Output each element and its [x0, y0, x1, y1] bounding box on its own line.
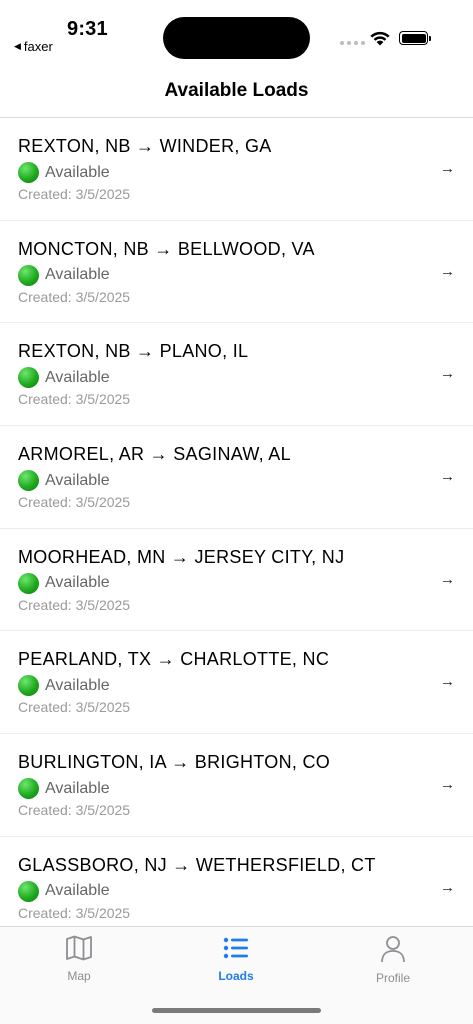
- load-status-label: Available: [45, 574, 110, 592]
- tab-profile[interactable]: Profile: [338, 935, 448, 985]
- load-route: ARMOREL, AR → SAGINAW, AL: [18, 444, 291, 465]
- back-triangle-icon: ◀: [14, 41, 21, 51]
- load-route: MONCTON, NB → BELLWOOD, VA: [18, 238, 315, 259]
- dynamic-island: [163, 17, 310, 59]
- wifi-icon: [370, 31, 390, 46]
- load-status-label: Available: [45, 882, 110, 900]
- battery-icon: [399, 31, 431, 45]
- arrow-right-icon[interactable]: →: [440, 879, 455, 896]
- load-route: BURLINGTON, IA → BRIGHTON, CO: [18, 752, 331, 773]
- green-circle-icon: [18, 264, 39, 286]
- load-route: REXTON, NB → PLANO, IL: [18, 341, 249, 362]
- load-route: GLASSBORO, NJ → WETHERSFIELD, CT: [18, 854, 376, 875]
- tab-loads[interactable]: Loads: [181, 935, 291, 983]
- green-circle-icon: [18, 470, 39, 492]
- green-circle-icon: [18, 572, 39, 594]
- tab-loads-label: Loads: [218, 969, 254, 983]
- green-circle-icon: [18, 162, 39, 183]
- load-status-label: Available: [45, 676, 110, 694]
- load-status: Available: [18, 880, 110, 902]
- arrow-right-icon[interactable]: →: [440, 468, 455, 485]
- load-created-date: Created: 3/5/2025: [18, 391, 131, 408]
- load-created-date: Created: 3/5/2025: [18, 596, 131, 613]
- load-route: REXTON, NB → WINDER, GA: [18, 136, 272, 156]
- back-to-app-link[interactable]: ◀ faxer: [14, 39, 53, 54]
- status-bar: 9:31 ◀ faxer: [0, 0, 473, 70]
- load-status: Available: [18, 470, 110, 492]
- tab-map-label: Map: [67, 969, 91, 983]
- arrow-right-icon[interactable]: →: [440, 365, 455, 382]
- load-status: Available: [18, 264, 110, 286]
- load-status-label: Available: [45, 368, 110, 386]
- load-row[interactable]: REXTON, NB → WINDER, GA Available Create…: [0, 118, 473, 221]
- green-circle-icon: [18, 367, 39, 389]
- load-row[interactable]: REXTON, NB → PLANO, IL Available Created…: [0, 323, 473, 427]
- green-circle-icon: [18, 675, 39, 697]
- green-circle-icon: [18, 778, 39, 800]
- load-created-date: Created: 3/5/2025: [18, 288, 131, 305]
- load-created-date: Created: 3/5/2025: [18, 802, 131, 819]
- list-icon: [223, 937, 248, 959]
- load-status-label: Available: [45, 266, 110, 284]
- arrow-right-icon[interactable]: →: [440, 673, 455, 690]
- load-status-label: Available: [45, 779, 110, 797]
- load-created-date: Created: 3/5/2025: [18, 186, 131, 202]
- load-status-label: Available: [45, 163, 110, 181]
- loads-list[interactable]: REXTON, NB → WINDER, GA Available Create…: [0, 118, 473, 926]
- load-status: Available: [18, 367, 110, 389]
- load-row[interactable]: PEARLAND, TX → CHARLOTTE, NC Available C…: [0, 631, 473, 735]
- tab-map[interactable]: Map: [24, 935, 134, 983]
- load-route: MOORHEAD, MN → JERSEY CITY, NJ: [18, 546, 345, 567]
- load-row[interactable]: MOORHEAD, MN → JERSEY CITY, NJ Available…: [0, 529, 473, 632]
- tab-profile-label: Profile: [375, 971, 410, 985]
- status-time: 9:31: [67, 18, 108, 40]
- load-row[interactable]: BURLINGTON, IA → BRIGHTON, CO Available …: [0, 734, 473, 837]
- arrow-right-icon[interactable]: →: [440, 263, 455, 280]
- load-status-label: Available: [45, 471, 110, 489]
- load-status: Available: [18, 572, 110, 594]
- map-icon: [66, 935, 92, 961]
- load-row[interactable]: ARMOREL, AR → SAGINAW, AL Available Crea…: [0, 426, 473, 529]
- load-created-date: Created: 3/5/2025: [18, 699, 131, 716]
- load-row[interactable]: GLASSBORO, NJ → WETHERSFIELD, CT Availab…: [0, 837, 473, 926]
- arrow-right-icon[interactable]: →: [440, 160, 455, 177]
- home-indicator[interactable]: [152, 1008, 321, 1013]
- arrow-right-icon[interactable]: →: [440, 571, 455, 588]
- person-icon: [381, 936, 405, 963]
- load-created-date: Created: 3/5/2025: [18, 494, 131, 511]
- cellular-signal-icon: [340, 41, 365, 45]
- load-row[interactable]: MONCTON, NB → BELLWOOD, VA Available Cre…: [0, 221, 473, 324]
- arrow-right-icon[interactable]: →: [440, 776, 455, 793]
- load-status: Available: [18, 778, 110, 800]
- load-route: PEARLAND, TX → CHARLOTTE, NC: [18, 649, 330, 670]
- back-app-label: faxer: [23, 39, 53, 54]
- load-created-date: Created: 3/5/2025: [18, 904, 131, 921]
- green-circle-icon: [18, 880, 39, 902]
- load-status: Available: [18, 162, 110, 183]
- load-status: Available: [18, 675, 110, 697]
- page-title: Available Loads: [164, 80, 309, 101]
